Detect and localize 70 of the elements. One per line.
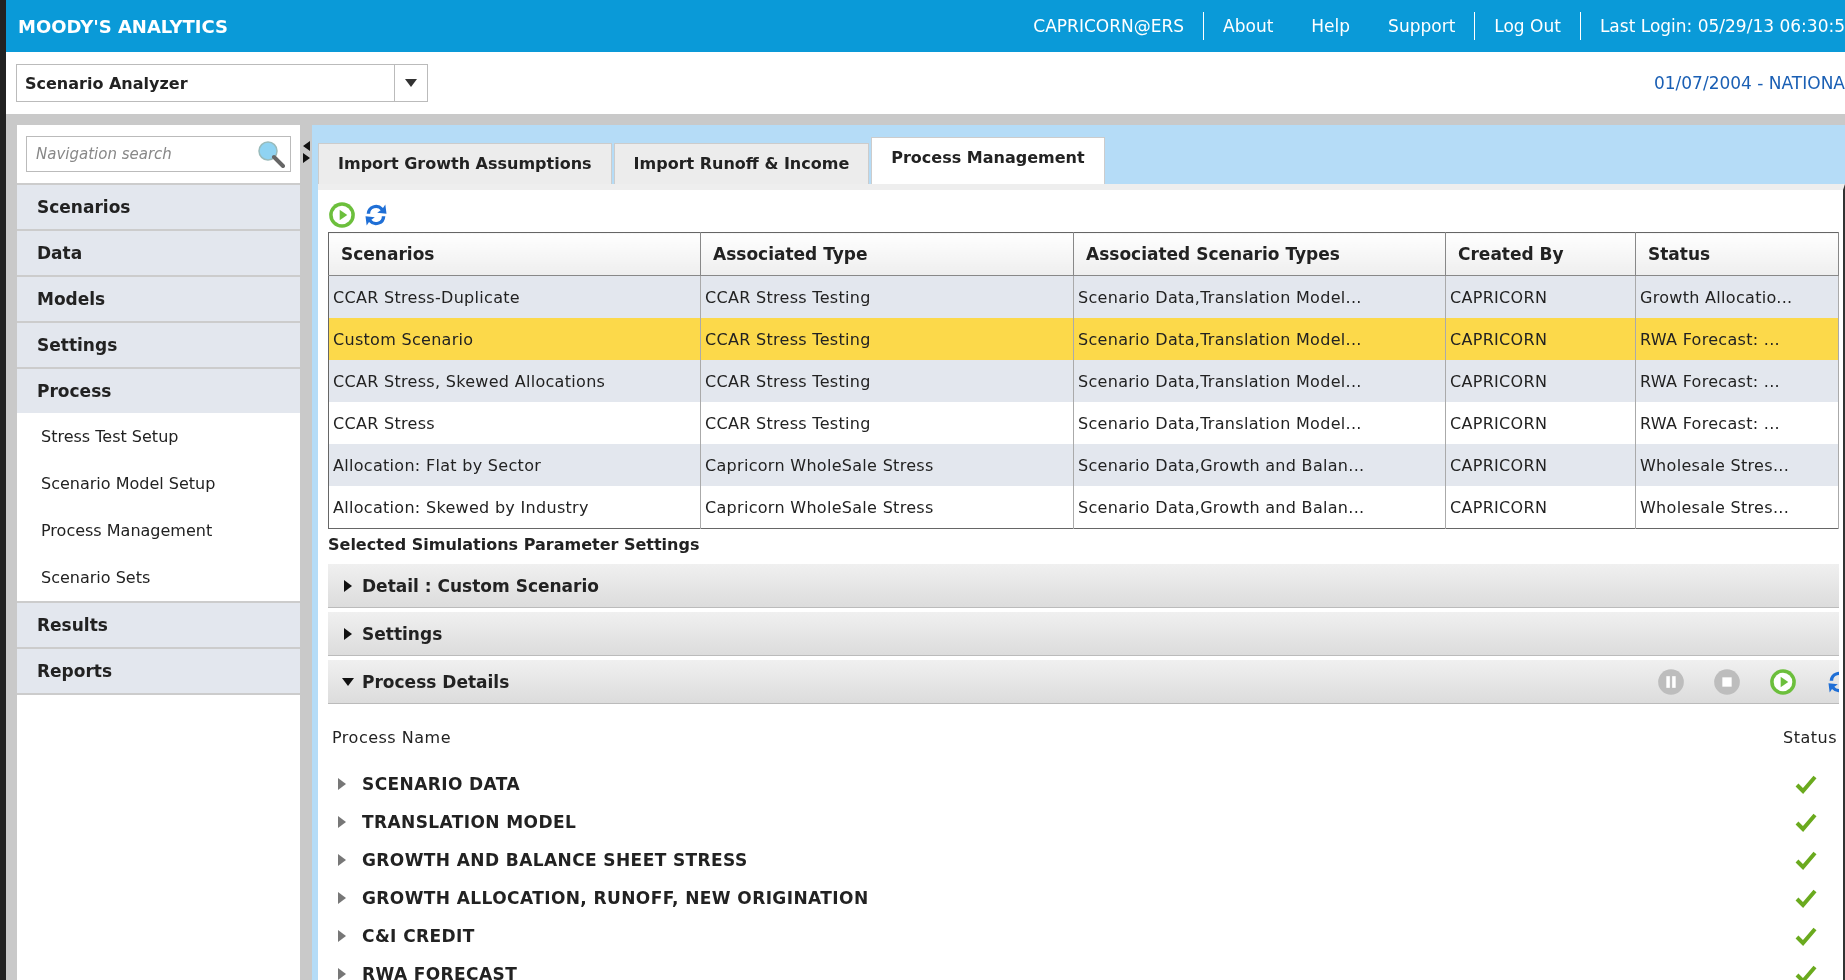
- accordion-header[interactable]: Process Details: [328, 660, 1839, 704]
- table-cell: CAPRICORN: [1445, 360, 1636, 402]
- sidebar-item[interactable]: Settings: [17, 321, 300, 367]
- table-cell: Scenario Data,Translation Model...: [1073, 360, 1446, 402]
- date-link[interactable]: 01/07/2004 - NATIONA: [1653, 73, 1845, 93]
- table-cell: RWA Forecast: ...: [1635, 360, 1839, 402]
- process-name: SCENARIO DATA: [362, 774, 522, 794]
- table-cell: Custom Scenario: [328, 318, 701, 360]
- table-cell: CAPRICORN: [1445, 318, 1636, 360]
- table-cell: Capricorn WholeSale Stress: [700, 486, 1074, 529]
- run-icon[interactable]: [1769, 667, 1797, 696]
- sidebar-item[interactable]: Process: [17, 367, 300, 413]
- sidebar-item[interactable]: Data: [17, 229, 300, 275]
- table-cell: CAPRICORN: [1445, 486, 1636, 529]
- process-name: GROWTH AND BALANCE SHEET STRESS: [362, 850, 749, 870]
- play-icon[interactable]: [328, 201, 356, 229]
- table-cell: Wholesale Stres...: [1635, 486, 1839, 529]
- process-name: C&I CREDIT: [362, 926, 476, 946]
- brand-name: MOODY'S ANALYTICS: [17, 15, 230, 37]
- table-cell: CAPRICORN: [1445, 275, 1636, 318]
- tab[interactable]: Import Runoff & Income: [613, 143, 870, 184]
- table-cell: CCAR Stress, Skewed Allocations: [328, 360, 701, 402]
- sidebar-item[interactable]: Scenarios: [17, 183, 300, 229]
- collapse-icon[interactable]: [302, 141, 310, 163]
- table-cell: Allocation: Skewed by Industry: [328, 486, 701, 529]
- section-title: Selected Simulations Parameter Settings: [328, 534, 701, 556]
- table-cell: CCAR Stress Testing: [700, 275, 1074, 318]
- table-cell: CCAR Stress Testing: [700, 360, 1074, 402]
- column-header[interactable]: Scenarios: [328, 232, 701, 276]
- table-cell: Allocation: Flat by Sector: [328, 444, 701, 486]
- table-cell: Scenario Data,Translation Model...: [1073, 275, 1446, 318]
- column-header[interactable]: Associated Type: [700, 232, 1074, 276]
- column-header: Status: [1783, 728, 1837, 747]
- table-cell: CAPRICORN: [1445, 444, 1636, 486]
- table-cell: Capricorn WholeSale Stress: [700, 444, 1074, 486]
- table-cell: Scenario Data,Growth and Balan...: [1073, 486, 1446, 529]
- table-cell: CCAR Stress-Duplicate: [328, 275, 701, 318]
- sidebar-item[interactable]: Reports: [17, 647, 300, 695]
- sidebar-item[interactable]: Models: [17, 275, 300, 321]
- table-cell: CCAR Stress Testing: [700, 318, 1074, 360]
- last-login-text: Last Login: 05/29/13 06:30:5: [1598, 16, 1845, 36]
- table-cell: Growth Allocatio...: [1635, 275, 1839, 318]
- table-cell: Scenario Data,Translation Model...: [1073, 318, 1446, 360]
- table-cell: RWA Forecast: ...: [1635, 318, 1839, 360]
- expand-triangle-icon[interactable]: [342, 627, 354, 640]
- search-field[interactable]: Navigation search: [26, 136, 291, 172]
- process-name: RWA FORECAST: [362, 964, 519, 980]
- process-name: TRANSLATION MODEL: [362, 812, 578, 832]
- caret-icon: [405, 79, 417, 87]
- tab[interactable]: Import Growth Assumptions: [318, 143, 612, 184]
- sidebar-item[interactable]: Results: [17, 601, 300, 647]
- table-cell: CCAR Stress Testing: [700, 402, 1074, 444]
- column-header[interactable]: Associated Scenario Types: [1073, 232, 1446, 276]
- expand-triangle-icon[interactable]: [342, 579, 354, 592]
- table-cell: Scenario Data,Growth and Balan...: [1073, 444, 1446, 486]
- process-name: GROWTH ALLOCATION, RUNOFF, NEW ORIGINATION: [362, 888, 870, 908]
- accordion-header[interactable]: Settings: [328, 612, 1839, 656]
- column-header: Process Name: [332, 728, 451, 747]
- column-header[interactable]: Created By: [1445, 232, 1636, 276]
- table-cell: Scenario Data,Translation Model...: [1073, 402, 1446, 444]
- app-select[interactable]: Scenario Analyzer: [16, 64, 428, 102]
- table-cell: Wholesale Stres...: [1635, 444, 1839, 486]
- tab[interactable]: Process Management: [871, 137, 1105, 184]
- table-cell: CCAR Stress: [328, 402, 701, 444]
- collapse-triangle-icon[interactable]: [342, 675, 354, 688]
- table-cell: CAPRICORN: [1445, 402, 1636, 444]
- accordion-header[interactable]: Detail : Custom Scenario: [328, 564, 1839, 608]
- table-cell: RWA Forecast: ...: [1635, 402, 1839, 444]
- search-icon[interactable]: [257, 140, 285, 168]
- column-header[interactable]: Status: [1635, 232, 1839, 276]
